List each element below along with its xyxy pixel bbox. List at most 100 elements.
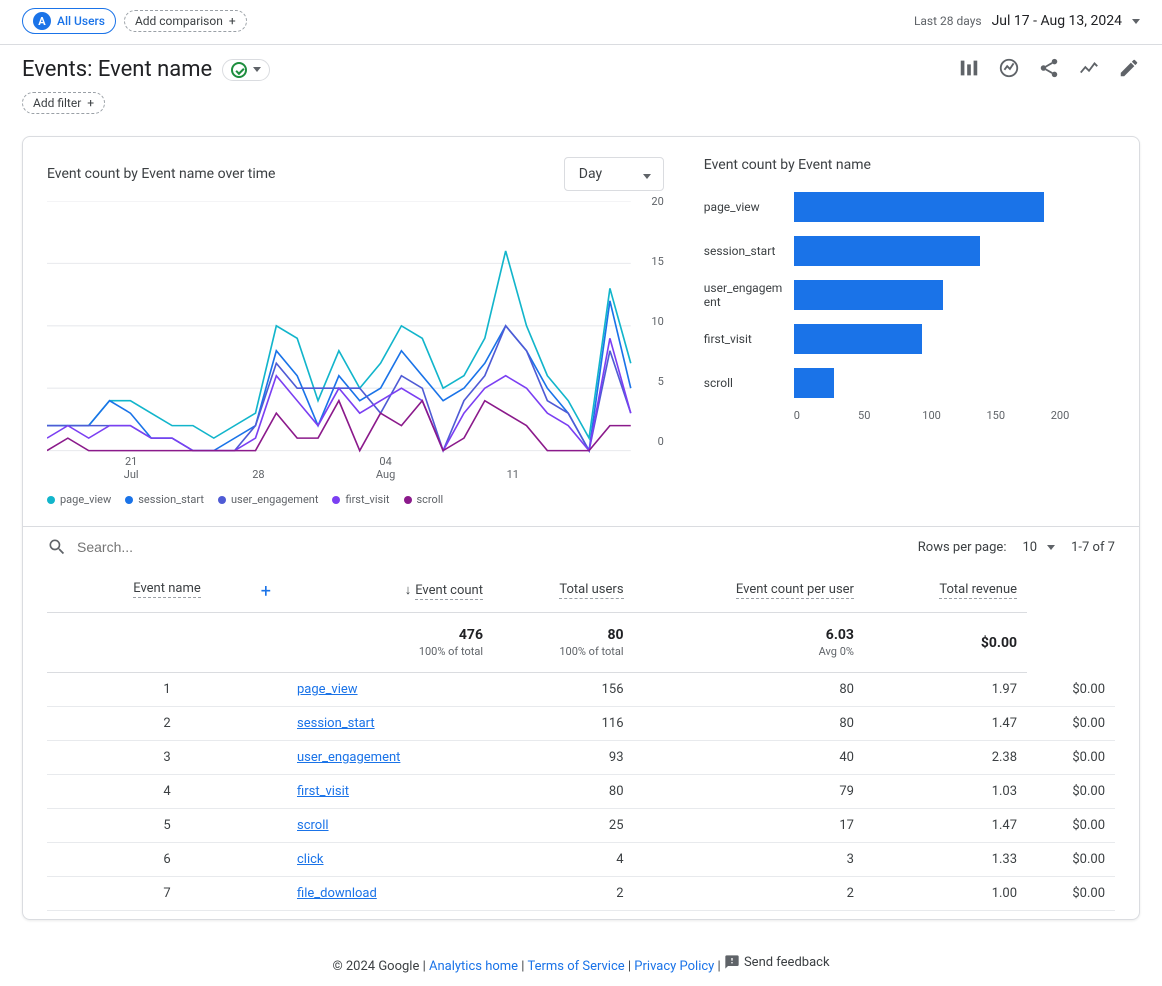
events-table: Event name + ↓Event count Total users Ev… bbox=[47, 567, 1115, 911]
row-total-users: 40 bbox=[634, 741, 864, 775]
bar-track bbox=[794, 192, 1115, 222]
status-chip[interactable] bbox=[222, 59, 270, 81]
rows-per-page-select[interactable]: 10 bbox=[1022, 540, 1055, 555]
customize-report-icon[interactable] bbox=[958, 57, 980, 79]
legend-item[interactable]: session_start bbox=[125, 493, 204, 506]
insights-icon[interactable] bbox=[998, 57, 1020, 79]
segment-label: All Users bbox=[57, 14, 105, 28]
add-dimension-button[interactable]: + bbox=[261, 581, 271, 602]
top-bar: A All Users Add comparison + Last 28 day… bbox=[0, 0, 1162, 44]
legend-item[interactable]: scroll bbox=[404, 493, 444, 506]
bar-fill bbox=[794, 192, 1045, 222]
y-tick-label: 10 bbox=[651, 315, 663, 328]
bar-label: scroll bbox=[704, 376, 794, 390]
row-per-user: 1.97 bbox=[864, 673, 1027, 707]
table-row: 2session_start116801.47$0.00 bbox=[47, 707, 1115, 741]
row-event-count: 93 bbox=[493, 741, 634, 775]
footer-link-analytics-home[interactable]: Analytics home bbox=[429, 959, 518, 974]
row-per-user: 1.33 bbox=[864, 843, 1027, 877]
line-chart[interactable]: 05101520 21Jul2804Aug11 bbox=[47, 201, 664, 481]
date-picker[interactable]: Last 28 days Jul 17 - Aug 13, 2024 bbox=[914, 13, 1140, 29]
row-revenue: $0.00 bbox=[1027, 775, 1115, 809]
bar-fill bbox=[794, 280, 943, 310]
copyright: © 2024 Google bbox=[332, 959, 419, 974]
search-icon bbox=[47, 537, 67, 557]
bar-track bbox=[794, 324, 1115, 354]
event-link[interactable]: page_view bbox=[297, 682, 358, 697]
col-per-user[interactable]: Event count per user bbox=[634, 567, 864, 613]
row-total-users: 3 bbox=[634, 843, 864, 877]
row-revenue: $0.00 bbox=[1027, 843, 1115, 877]
topbar-left: A All Users Add comparison + bbox=[22, 8, 247, 34]
chevron-down-icon bbox=[1132, 19, 1140, 24]
y-tick-label: 20 bbox=[651, 195, 663, 208]
legend-item[interactable]: user_engagement bbox=[218, 493, 319, 506]
share-icon[interactable] bbox=[1038, 57, 1060, 79]
row-event-name: user_engagement bbox=[287, 741, 493, 775]
legend-swatch bbox=[404, 496, 412, 504]
bar-x-tick: 200 bbox=[1051, 409, 1115, 422]
chevron-down-icon bbox=[253, 67, 261, 72]
bar-track bbox=[794, 368, 1115, 398]
row-index: 6 bbox=[47, 843, 287, 877]
footer-link-tos[interactable]: Terms of Service bbox=[527, 959, 624, 974]
date-range-text: Jul 17 - Aug 13, 2024 bbox=[992, 13, 1122, 29]
bar-chart-title: Event count by Event name bbox=[704, 157, 1115, 173]
line-chart-legend: page_view session_start user_engagement fir… bbox=[47, 493, 664, 506]
page-header: Events: Event name Add filter + bbox=[0, 45, 1162, 114]
row-index: 4 bbox=[47, 775, 287, 809]
add-comparison-button[interactable]: Add comparison + bbox=[124, 10, 247, 32]
table-row: 5scroll25171.47$0.00 bbox=[47, 809, 1115, 843]
send-feedback-button[interactable]: Send feedback bbox=[724, 954, 830, 970]
legend-item[interactable]: first_visit bbox=[332, 493, 389, 506]
bar-track bbox=[794, 280, 1115, 310]
chevron-down-icon bbox=[1047, 545, 1055, 550]
col-event-count[interactable]: ↓Event count bbox=[287, 567, 493, 613]
date-prefix: Last 28 days bbox=[914, 14, 982, 28]
event-link[interactable]: first_visit bbox=[297, 784, 349, 799]
row-event-name: first_visit bbox=[287, 775, 493, 809]
bar-track bbox=[794, 236, 1115, 266]
row-event-name: page_view bbox=[287, 673, 493, 707]
event-link[interactable]: session_start bbox=[297, 716, 375, 731]
row-event-count: 2 bbox=[493, 877, 634, 911]
footer-link-privacy[interactable]: Privacy Policy bbox=[634, 959, 714, 974]
bar-chart[interactable]: page_viewsession_startuser_engagementfir… bbox=[704, 185, 1115, 405]
bar-x-tick: 50 bbox=[858, 409, 922, 422]
edit-icon[interactable] bbox=[1118, 57, 1140, 79]
add-filter-button[interactable]: Add filter + bbox=[22, 92, 105, 114]
legend-label: first_visit bbox=[345, 493, 389, 506]
legend-swatch bbox=[47, 496, 55, 504]
sort-desc-icon: ↓ bbox=[405, 582, 412, 598]
row-index: 3 bbox=[47, 741, 287, 775]
y-tick-label: 5 bbox=[658, 375, 664, 388]
page-title: Events: Event name bbox=[22, 57, 212, 82]
event-link[interactable]: scroll bbox=[297, 818, 329, 833]
search-input[interactable] bbox=[77, 539, 277, 555]
trend-icon[interactable] bbox=[1078, 57, 1100, 79]
event-link[interactable]: user_engagement bbox=[297, 750, 400, 765]
row-event-count: 156 bbox=[493, 673, 634, 707]
granularity-dropdown[interactable]: Day bbox=[564, 157, 664, 191]
bar-row: session_start bbox=[704, 229, 1115, 273]
chevron-down-icon bbox=[643, 174, 651, 179]
event-link[interactable]: file_download bbox=[297, 886, 377, 901]
col-event-name[interactable]: Event name + bbox=[47, 567, 287, 613]
table-row: 6click431.33$0.00 bbox=[47, 843, 1115, 877]
segment-pill-all-users[interactable]: A All Users bbox=[22, 8, 116, 34]
row-index: 5 bbox=[47, 809, 287, 843]
row-event-name: scroll bbox=[287, 809, 493, 843]
segment-letter-badge: A bbox=[33, 12, 51, 30]
page-footer: © 2024 Google | Analytics home | Terms o… bbox=[0, 942, 1162, 986]
row-total-users: 2 bbox=[634, 877, 864, 911]
event-link[interactable]: click bbox=[297, 852, 324, 867]
legend-item[interactable]: page_view bbox=[47, 493, 111, 506]
row-index: 2 bbox=[47, 707, 287, 741]
legend-swatch bbox=[218, 496, 226, 504]
col-total-users[interactable]: Total users bbox=[493, 567, 634, 613]
row-index: 1 bbox=[47, 673, 287, 707]
y-tick-label: 0 bbox=[658, 435, 664, 448]
row-revenue: $0.00 bbox=[1027, 673, 1115, 707]
col-revenue[interactable]: Total revenue bbox=[864, 567, 1027, 613]
line-chart-title: Event count by Event name over time bbox=[47, 166, 275, 182]
